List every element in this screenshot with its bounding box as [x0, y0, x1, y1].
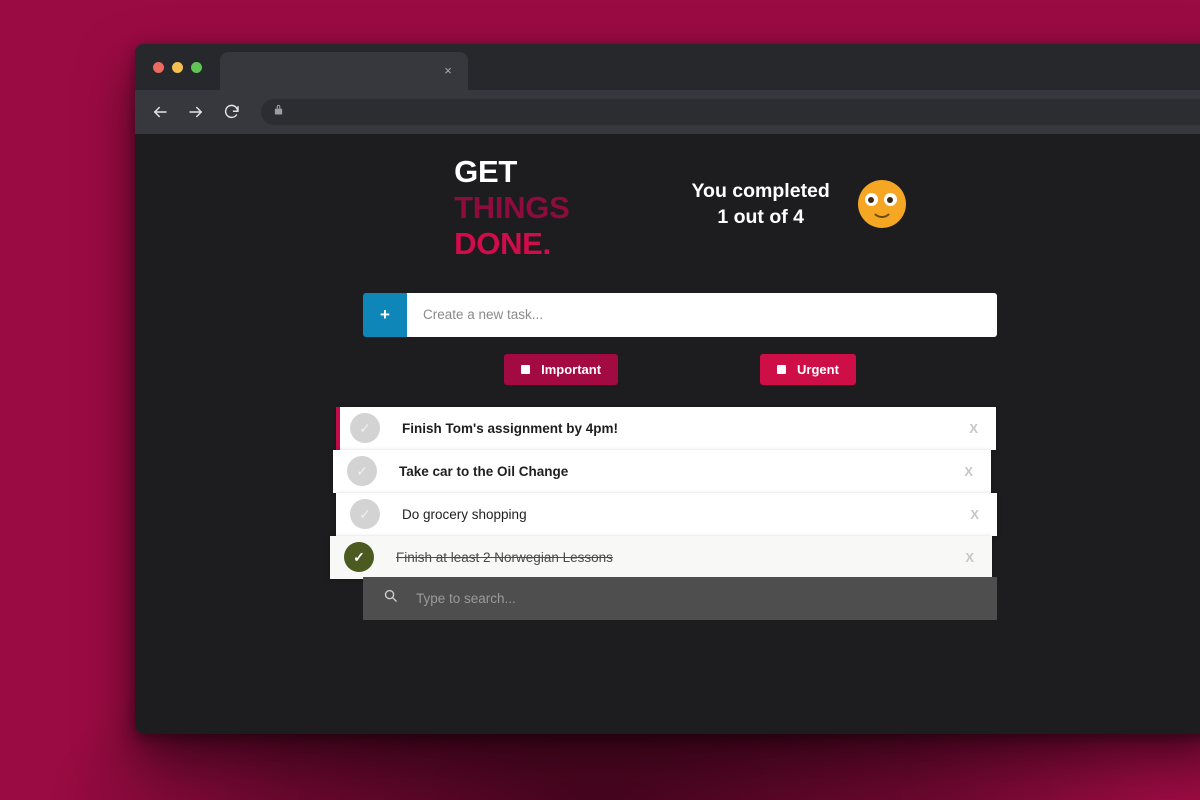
window-controls[interactable] — [153, 44, 202, 90]
task-label: Finish at least 2 Norwegian Lessons — [396, 549, 613, 565]
check-icon[interactable]: ✓ — [350, 413, 380, 444]
smiley-face-icon — [857, 180, 906, 229]
task-row[interactable]: ✓ Take car to the Oil Change X — [333, 449, 991, 493]
browser-tabstrip: × — [220, 44, 468, 90]
task-row[interactable]: ✓ Finish at least 2 Norwegian Lessons X — [330, 535, 992, 579]
create-task-row: + — [363, 292, 997, 337]
url-bar[interactable] — [261, 99, 1200, 125]
maximize-window-button[interactable] — [191, 61, 202, 73]
app-header: GET THINGS DONE. You completed 1 out of … — [135, 134, 1200, 262]
delete-task-icon[interactable]: X — [969, 421, 978, 436]
arrow-left-icon[interactable] — [149, 101, 171, 123]
filter-urgent-button[interactable]: Urgent — [760, 353, 856, 385]
delete-task-icon[interactable]: X — [964, 464, 973, 479]
filter-buttons: Important Urgent — [135, 353, 1200, 385]
browser-titlebar: × — [135, 44, 1200, 90]
completion-status: You completed 1 out of 4 — [692, 154, 906, 231]
minimize-window-button[interactable] — [172, 61, 183, 73]
close-window-button[interactable] — [153, 61, 164, 73]
task-label: Do grocery shopping — [402, 506, 527, 522]
tab-close-icon[interactable]: × — [440, 63, 456, 79]
checkbox-icon — [777, 364, 787, 374]
app-page: GET THINGS DONE. You completed 1 out of … — [135, 134, 1200, 734]
completion-status-text: You completed 1 out of 4 — [691, 180, 830, 229]
reload-icon[interactable] — [221, 101, 243, 123]
task-row[interactable]: ✓ Finish Tom's assignment by 4pm! X — [336, 406, 996, 450]
check-icon[interactable]: ✓ — [344, 542, 374, 573]
filter-important-button[interactable]: Important — [504, 353, 619, 385]
delete-task-icon[interactable]: X — [965, 550, 974, 565]
browser-window: × GET THINGS DONE. You completed 1 out o… — [135, 44, 1200, 734]
delete-task-icon[interactable]: X — [970, 507, 979, 522]
task-label: Finish Tom's assignment by 4pm! — [402, 420, 618, 436]
browser-toolbar — [135, 90, 1200, 134]
task-list: ✓ Finish Tom's assignment by 4pm! X ✓ Ta… — [330, 406, 1030, 579]
browser-tab[interactable]: × — [220, 52, 468, 90]
search-icon — [383, 588, 398, 608]
search-bar — [363, 576, 997, 620]
brand-line-done: DONE. — [454, 225, 551, 261]
check-icon[interactable]: ✓ — [347, 456, 377, 487]
app-brand-title: GET THINGS DONE. — [454, 154, 570, 262]
task-row[interactable]: ✓ Do grocery shopping X — [336, 492, 997, 536]
check-icon[interactable]: ✓ — [350, 499, 380, 530]
filter-important-label: Important — [541, 361, 602, 377]
lock-icon — [273, 103, 284, 121]
new-task-input[interactable] — [407, 292, 997, 337]
arrow-right-icon[interactable] — [185, 101, 207, 123]
checkbox-icon — [521, 364, 531, 374]
brand-line-things: THINGS — [454, 189, 570, 225]
filter-urgent-label: Urgent — [797, 361, 839, 377]
brand-line-get: GET — [454, 154, 517, 189]
task-label: Take car to the Oil Change — [399, 463, 569, 479]
add-task-button[interactable]: + — [363, 292, 407, 337]
search-input[interactable] — [416, 590, 977, 606]
